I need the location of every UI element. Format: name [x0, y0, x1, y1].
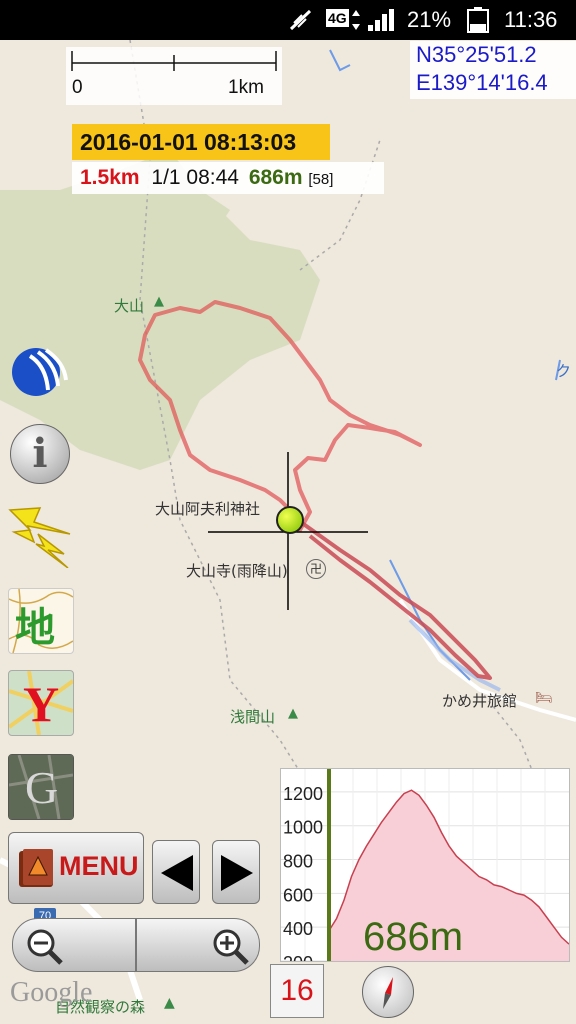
lightning-button[interactable] [8, 504, 72, 569]
elevation-chart[interactable]: 1200 1000 800 600 400 200 686m [280, 768, 570, 962]
map-label-sengenyama: 浅間山 [230, 708, 276, 726]
chart-tick-label: 1200 [283, 784, 323, 804]
zoom-in-icon [213, 929, 249, 965]
scale-line [71, 51, 277, 71]
info-button[interactable]: i [8, 422, 72, 486]
previous-button[interactable] [152, 840, 200, 904]
gps-position-marker [276, 506, 304, 534]
track-distance: 1.5km [80, 166, 140, 189]
zoom-in-button[interactable] [136, 918, 260, 972]
hotel-icon: 🛏 [535, 690, 553, 706]
temple-icon: 卍 [306, 559, 326, 579]
compass-icon [383, 977, 393, 1009]
current-altitude-label: 686m [363, 915, 464, 959]
info-icon: i [10, 424, 70, 484]
yahoo-map-button[interactable]: Y [8, 670, 74, 736]
chart-tick-label: 200 [283, 953, 313, 961]
signal-icon [368, 9, 394, 31]
mountain-icon: ▲ [288, 706, 298, 721]
chi-label: 地 [15, 605, 55, 651]
google-map-button[interactable]: G [8, 754, 74, 820]
google-label: G [25, 762, 59, 813]
waves-icon [12, 348, 68, 396]
data-arrows-icon [352, 10, 360, 30]
next-button[interactable] [212, 840, 260, 904]
clock: 11:36 [504, 7, 558, 32]
menu-book-icon [19, 849, 53, 887]
arrow-left-icon [161, 855, 193, 891]
longitude: E139°14'16.4 [416, 70, 548, 95]
battery-percent: 21% [407, 7, 452, 32]
coordinates-display: N35°25'51.2 E139°14'16.4 [410, 41, 576, 99]
scale-start-label: 0 [72, 77, 83, 98]
map-label-afuri-shrine: 大山阿夫利神社 [155, 500, 261, 518]
scale-bar: 0 1km [66, 47, 282, 105]
chiriin-map-button[interactable]: 地 [8, 588, 74, 654]
scale-end-label: 1km [228, 77, 264, 98]
zoom-out-icon [27, 929, 63, 965]
track-altitude: 686m [248, 166, 303, 189]
chart-tick-label: 800 [283, 852, 313, 872]
zoom-level: 16 [270, 964, 324, 1018]
chart-tick-label: 600 [283, 885, 313, 905]
track-info: 1.5km 1/1 08:44 686m [58] [72, 162, 384, 194]
latitude: N35°25'51.2 [416, 42, 537, 67]
compass-button[interactable] [362, 966, 414, 1018]
track-time: 1/1 08:44 [151, 166, 239, 189]
lightning-icon [8, 507, 71, 569]
google-logo: Google [10, 977, 93, 1008]
status-bar: 4G 21% 11:36 [0, 0, 576, 40]
mountain-icon: ▲ [154, 294, 164, 309]
menu-button[interactable]: MENU [8, 832, 144, 904]
map-label-oyama: 大山 [114, 297, 145, 315]
chart-tick-label: 400 [283, 919, 313, 939]
network-type-badge: 4G [326, 9, 349, 27]
layer-waves-button[interactable] [8, 338, 72, 402]
battery-icon [467, 7, 489, 33]
zoom-out-button[interactable] [12, 918, 136, 972]
arrow-right-icon [221, 855, 253, 891]
chart-tick-label: 1000 [283, 818, 323, 838]
tree-icon: ▲ [164, 995, 175, 1011]
map-label-oyamadera: 大山寺(雨降山) [186, 562, 288, 580]
no-sound-icon [289, 9, 312, 31]
map-label-ku: ク [556, 362, 572, 380]
yahoo-label: Y [23, 676, 60, 732]
map-label-kamei-ryokan: かめ井旅館 [442, 692, 518, 710]
track-datetime: 2016-01-01 08:13:03 [72, 124, 330, 160]
menu-label: MENU [59, 851, 139, 881]
track-index: [58] [308, 171, 334, 188]
